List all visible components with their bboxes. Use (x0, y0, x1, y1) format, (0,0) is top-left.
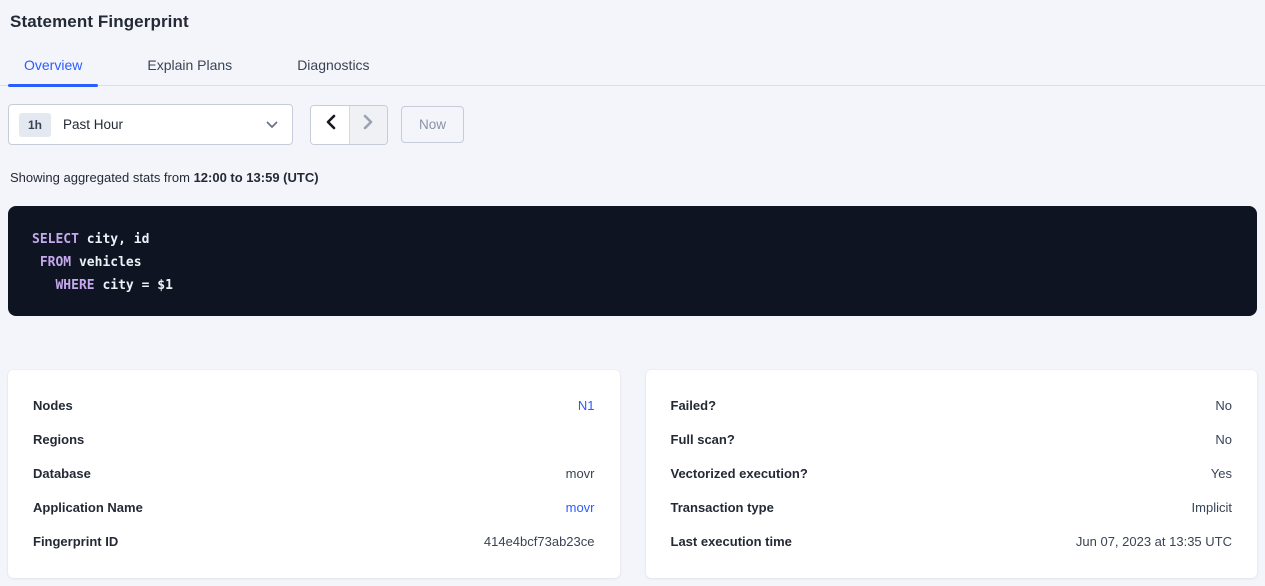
info-label: Transaction type (671, 500, 774, 515)
sql-keyword: WHERE (55, 278, 94, 293)
sql-text: vehicles (71, 255, 141, 270)
info-cards: NodesN1RegionsDatabasemovrApplication Na… (8, 370, 1257, 578)
sql-text: city, id (79, 232, 149, 247)
info-row: Failed? No (671, 388, 1233, 422)
info-value: Yes (1211, 466, 1232, 481)
tab-diagnostics[interactable]: Diagnostics (281, 57, 385, 85)
sql-text (32, 278, 55, 293)
sql-text: city = $1 (95, 278, 173, 293)
now-button[interactable]: Now (401, 106, 464, 143)
sql-code-line: FROM vehicles (32, 251, 1233, 274)
toolbar: 1h Past Hour Now (8, 104, 1257, 145)
info-row: Fingerprint ID 414e4bcf73ab23ce (33, 524, 595, 558)
time-nav-group (310, 105, 388, 145)
tab-explain-plans[interactable]: Explain Plans (131, 57, 248, 85)
info-label: Application Name (33, 500, 143, 515)
sql-keyword: SELECT (32, 232, 79, 247)
info-value: Implicit (1192, 500, 1232, 515)
sql-code-line: SELECT city, id (32, 228, 1233, 251)
stats-prefix: Showing aggregated stats from (10, 170, 194, 185)
info-value: Jun 07, 2023 at 13:35 UTC (1076, 534, 1232, 549)
page: Statement Fingerprint Overview Explain Pl… (0, 0, 1265, 578)
info-value: 414e4bcf73ab23ce (484, 534, 595, 549)
time-range-label: Past Hour (63, 117, 266, 132)
info-row: Full scan? No (671, 422, 1233, 456)
time-range-dropdown[interactable]: 1h Past Hour (8, 104, 293, 145)
chevron-right-icon (363, 114, 374, 135)
page-title: Statement Fingerprint (8, 0, 1257, 32)
info-label: Database (33, 466, 91, 481)
info-label: Failed? (671, 398, 717, 413)
info-value: movr (566, 466, 595, 481)
tab-overview[interactable]: Overview (8, 57, 98, 85)
prev-time-button[interactable] (311, 106, 349, 144)
chevron-left-icon (325, 114, 336, 135)
execution-details-card: Failed? No Full scan? No Vectorized executio… (646, 370, 1258, 578)
info-label: Last execution time (671, 534, 792, 549)
time-range-badge: 1h (19, 113, 51, 137)
info-row: Last execution time Jun 07, 2023 at 13:35… (671, 524, 1233, 558)
info-value-link[interactable]: movr (566, 500, 595, 515)
info-value-link[interactable]: N1 (578, 398, 595, 413)
info-row: Database movr (33, 456, 595, 490)
info-value: No (1215, 398, 1232, 413)
info-row: Regions (33, 422, 595, 456)
info-row: Application Name movr (33, 490, 595, 524)
next-time-button[interactable] (349, 106, 387, 144)
info-label: Nodes (33, 398, 73, 413)
stats-range: 12:00 to 13:59 (UTC) (194, 170, 319, 185)
aggregated-stats-text: Showing aggregated stats from 12:00 to 1… (8, 170, 1257, 185)
tab-bar: Overview Explain Plans Diagnostics (0, 57, 1265, 86)
info-label: Fingerprint ID (33, 534, 118, 549)
info-label: Full scan? (671, 432, 735, 447)
sql-code-line: WHERE city = $1 (32, 274, 1233, 297)
sql-statement-box: SELECT city, id FROM vehicles WHERE city… (8, 206, 1257, 316)
sql-keyword: FROM (40, 255, 71, 270)
info-value: No (1215, 432, 1232, 447)
sql-text (32, 255, 40, 270)
info-label: Vectorized execution? (671, 466, 808, 481)
statement-details-card: NodesN1RegionsDatabasemovrApplication Na… (8, 370, 620, 578)
info-row: Nodes N1 (33, 388, 595, 422)
info-row: Transaction type Implicit (671, 490, 1233, 524)
info-row: Vectorized execution? Yes (671, 456, 1233, 490)
info-label: Regions (33, 432, 84, 447)
chevron-down-icon (266, 121, 278, 129)
